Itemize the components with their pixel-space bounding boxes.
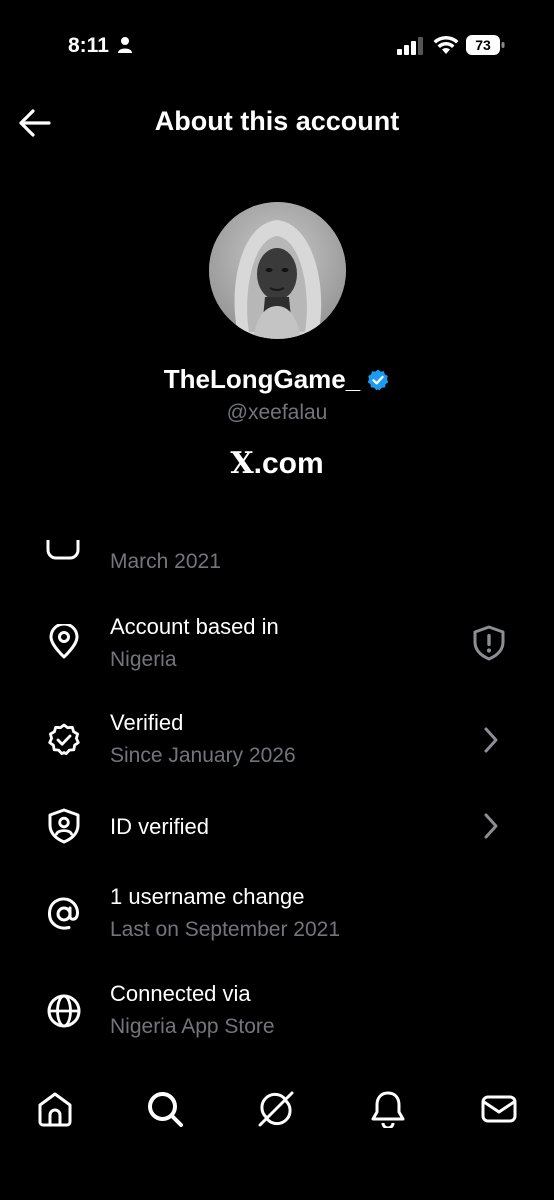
- handle: @xeefalau: [226, 401, 328, 424]
- search-icon[interactable]: [146, 1090, 184, 1128]
- row-username-title: 1 username change: [110, 884, 305, 909]
- calendar-icon: [46, 540, 80, 560]
- row-connected-title: Connected via: [110, 981, 251, 1006]
- battery-level: 73: [475, 37, 491, 53]
- row-joined-subtitle: March 2021: [110, 550, 221, 573]
- row-location-title: Account based in: [110, 614, 279, 639]
- messages-icon[interactable]: [480, 1090, 518, 1128]
- battery-indicator: 73: [466, 35, 506, 60]
- row-location: Account based in Nigeria: [0, 608, 554, 678]
- row-username-change: 1 username change Last on September 2021: [0, 878, 554, 950]
- display-name: TheLongGame_: [163, 364, 361, 394]
- cellular-signal-icon: [397, 37, 423, 55]
- row-location-subtitle: Nigeria: [110, 648, 177, 671]
- avatar[interactable]: [209, 202, 346, 339]
- at-sign-icon: [48, 897, 79, 930]
- display-name-row: TheLongGame_: [0, 364, 554, 395]
- row-verified-subtitle: Since January 2026: [110, 744, 296, 767]
- home-icon[interactable]: [36, 1090, 74, 1128]
- grok-icon[interactable]: [257, 1090, 295, 1128]
- site-label-rest: .com: [253, 447, 324, 480]
- notifications-icon[interactable]: [369, 1090, 407, 1128]
- site-label[interactable]: X.com: [0, 446, 554, 481]
- page-title: About this account: [154, 106, 400, 136]
- verified-badge-outline-icon: [48, 723, 80, 755]
- row-username-subtitle: Last on September 2021: [110, 918, 340, 941]
- status-time: 8:11: [68, 34, 109, 57]
- id-shield-icon: [48, 808, 80, 844]
- row-id-verified[interactable]: ID verified: [0, 800, 554, 852]
- bottom-nav: [0, 1078, 554, 1148]
- row-verified[interactable]: Verified Since January 2026: [0, 704, 554, 776]
- person-icon: [118, 37, 132, 53]
- verified-badge-icon: [367, 369, 389, 390]
- location-pin-icon: [49, 624, 79, 659]
- shield-alert-icon[interactable]: [472, 625, 506, 661]
- chevron-right-icon: [484, 727, 498, 753]
- globe-icon: [47, 994, 81, 1028]
- chevron-right-icon: [484, 813, 498, 839]
- row-connected-subtitle: Nigeria App Store: [110, 1015, 275, 1038]
- x-logo-letter: X: [230, 446, 254, 481]
- row-joined: March 2021: [0, 530, 554, 580]
- row-connected-via: Connected via Nigeria App Store: [0, 975, 554, 1047]
- row-verified-title: Verified: [110, 710, 184, 735]
- wifi-icon: [433, 35, 459, 54]
- avatar-photo: [209, 202, 346, 339]
- row-id-verified-title: ID verified: [110, 814, 210, 839]
